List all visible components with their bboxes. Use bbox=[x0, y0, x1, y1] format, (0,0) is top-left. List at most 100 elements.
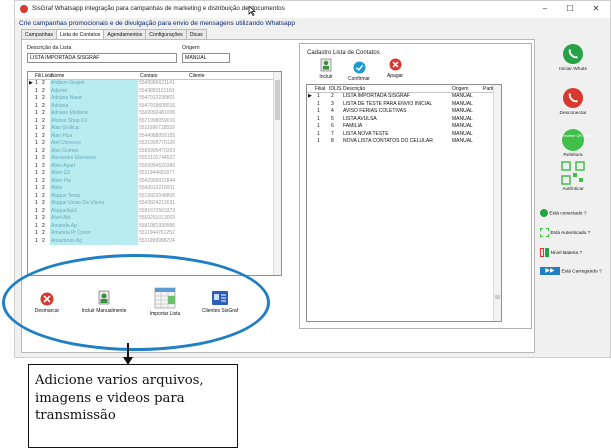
lista-row[interactable]: 1 3 LISTA DE TESTE PARA ENVIO INICIAL MANUA… bbox=[307, 101, 501, 109]
col-nome[interactable]: Nome bbox=[51, 73, 64, 79]
contacts-scrollbar[interactable] bbox=[273, 72, 281, 275]
cell-lista: 2 bbox=[42, 162, 45, 169]
cell-contato: 5519922048805 bbox=[139, 192, 176, 199]
contact-row[interactable]: 1 2 Amazonas Ag 5511999988224 bbox=[28, 237, 281, 245]
origem-label: Origem bbox=[182, 45, 200, 51]
contact-row[interactable]: 1 2 Alugueltas1 5581672563373 bbox=[28, 207, 281, 215]
disconnect-phone-icon bbox=[563, 88, 583, 108]
desconectar-button[interactable]: Desconectar bbox=[537, 87, 609, 116]
origem-input[interactable]: MANUAL bbox=[182, 53, 230, 63]
contact-row[interactable]: 1 2 Adriana 5547918608016 bbox=[28, 102, 281, 110]
cell-contato: 5542999022844 bbox=[139, 177, 176, 184]
mouse-cursor-icon bbox=[248, 6, 256, 16]
qr-scan-icon bbox=[561, 161, 585, 185]
contact-row[interactable]: 1 2 Alef Universo 5521995770120 bbox=[28, 140, 281, 148]
minimize-button[interactable]: – bbox=[534, 3, 556, 15]
apagar-button[interactable]: Apagar bbox=[384, 58, 406, 79]
delete-icon bbox=[389, 58, 401, 71]
contact-row[interactable]: 1 2 Aline Apart 5569994520380 bbox=[28, 162, 281, 170]
cell-contato: 5571998059010 bbox=[139, 117, 176, 124]
contact-row[interactable]: 1 2 Alan Grafica 5511996718559 bbox=[28, 125, 281, 133]
col-descricao[interactable]: Descrição bbox=[343, 86, 365, 92]
tab-configuracoes[interactable]: Configurações bbox=[145, 29, 187, 39]
lista-row[interactable]: 1 6 FAMILIA MANUAL bbox=[307, 123, 501, 131]
cell-contato: 5543881101163 bbox=[139, 87, 175, 94]
cell-idlis: 8 bbox=[331, 138, 334, 144]
col-filial[interactable]: Filial bbox=[315, 86, 325, 92]
contact-row[interactable]: ▶ 1 2 Ardison Grapel 5549986621141 bbox=[28, 80, 281, 88]
cell-lista: 2 bbox=[42, 230, 45, 236]
col-fili[interactable]: Fili bbox=[35, 73, 41, 79]
scrollbar-thumb[interactable] bbox=[275, 80, 280, 120]
close-button[interactable]: ✕ bbox=[585, 3, 607, 15]
maximize-button[interactable]: ☐ bbox=[559, 3, 581, 15]
cell-lista: 2 bbox=[42, 207, 45, 214]
cell-fili: 1 bbox=[35, 200, 38, 206]
qr-code-button[interactable]: Receber QR Code Releitura bbox=[537, 129, 609, 158]
lista-row[interactable]: ▶ 1 2 LISTA IMPORTADA SISGRAF MANUAL bbox=[307, 93, 501, 101]
whatsapp-small-icon bbox=[540, 209, 548, 217]
col-cliente[interactable]: Cliente bbox=[189, 73, 205, 79]
tab-campanhas[interactable]: Campanhas bbox=[21, 29, 57, 39]
contact-row[interactable]: 1 2 Adriano Modena 5569992481006 bbox=[28, 110, 281, 118]
contact-row[interactable]: 1 2 Adriana Nasei 5547912230801 bbox=[28, 95, 281, 103]
contact-row[interactable]: 1 2 Alex Gomes 5566995470353 bbox=[28, 147, 281, 155]
cell-idlis: 5 bbox=[331, 115, 334, 122]
row-pointer-icon: ▶ bbox=[29, 80, 33, 86]
listas-grid[interactable]: Filial IDLIS Descrição Origem Partic ▶ 1 2… bbox=[306, 84, 502, 322]
cell-lista: 2 bbox=[42, 177, 45, 184]
confirmar-button[interactable]: Confirmar bbox=[345, 61, 373, 82]
contact-row[interactable]: 1 2 Alugue Umas Da Vitoria 5543824212631 bbox=[28, 200, 281, 208]
cell-contato: 5511944681877 bbox=[139, 170, 175, 176]
tab-dicas[interactable]: Dicas bbox=[185, 29, 207, 39]
contact-row[interactable]: 1 2 Alvel Abt 5559291013003 bbox=[28, 215, 281, 223]
contact-row[interactable]: 1 2 Aline 5543912218911 bbox=[28, 185, 281, 193]
qr-code-icon: Receber QR Code bbox=[562, 129, 592, 151]
cell-fili: 1 bbox=[35, 162, 38, 169]
status-carregando-label: Está Carregando ? bbox=[561, 269, 602, 275]
lista-row[interactable]: 1 7 LISTA NOVA TESTE MANUAL bbox=[307, 131, 501, 139]
desconectar-label: Desconectar bbox=[559, 111, 587, 116]
status-autenticado: Está Autenticado ? bbox=[540, 228, 590, 237]
add-list-icon bbox=[320, 58, 332, 72]
app-logo-icon bbox=[20, 5, 28, 13]
contact-row[interactable]: 1 2 Amanda Ap 5581981999990 bbox=[28, 222, 281, 230]
scrollbar-thumb[interactable] bbox=[495, 295, 500, 299]
lista-row[interactable]: 1 4 AVISO FERIAS COLETIVAS MANUAL bbox=[307, 108, 501, 116]
col-origem[interactable]: Origem bbox=[452, 86, 468, 92]
descricao-input[interactable]: LISTA IMPORTADA SISGRAF bbox=[27, 53, 177, 63]
contact-row[interactable]: 1 2 Alugue Temp 5519922048805 bbox=[28, 192, 281, 200]
contact-row[interactable]: 1 2 Aline G2 5511944681877 bbox=[28, 170, 281, 178]
contacts-grid[interactable]: Fili Lista Nome Contato Cliente ▶ 1 2 Ardis… bbox=[27, 71, 282, 276]
cadastro-title: Cadastro Lista de Contatos bbox=[307, 50, 380, 56]
cell-lista: 2 bbox=[42, 125, 45, 131]
col-idlis[interactable]: IDLIS bbox=[329, 86, 342, 92]
contact-row[interactable]: 1 2 Amanda Pr Conor 5511944761252 bbox=[28, 230, 281, 238]
lista-row[interactable]: 1 5 LISTA AVULSA MANUAL bbox=[307, 116, 501, 124]
cell-nome: Alef Universo bbox=[50, 140, 138, 148]
cell-lista: 2 bbox=[42, 185, 45, 191]
contact-row[interactable]: 1 2 Aline Pia 5542999022844 bbox=[28, 177, 281, 185]
autenticar-button[interactable]: Autênticar bbox=[537, 161, 609, 192]
contact-row[interactable]: 1 2 Alexandre Ebenezer 5553101744527 bbox=[28, 155, 281, 163]
lista-row[interactable]: 1 8 NOVA LISTA CONTATOS DO CELULAR MANUAL bbox=[307, 138, 501, 146]
col-contato[interactable]: Contato bbox=[140, 73, 158, 79]
tab-agendamentos[interactable]: Agendamentos bbox=[103, 29, 147, 39]
listas-scrollbar[interactable] bbox=[493, 85, 501, 321]
cell-nome: Aline Apart bbox=[50, 162, 138, 170]
iniciar-whats-button[interactable]: Iniciar Whats bbox=[537, 43, 609, 72]
cell-nome: Adriana Nasei bbox=[50, 95, 138, 103]
cell-nome: Alugueltas1 bbox=[50, 207, 138, 215]
cell-nome: Afonso Shop Cx bbox=[50, 117, 138, 125]
cell-origem: MANUAL bbox=[452, 93, 473, 99]
incluir-button[interactable]: Incluir bbox=[314, 58, 338, 80]
check-icon bbox=[353, 61, 365, 74]
cell-fili: 1 bbox=[35, 125, 38, 131]
battery-full-icon bbox=[545, 248, 550, 257]
listas-grid-header: Filial IDLIS Descrição Origem Partic bbox=[307, 85, 501, 93]
contact-row[interactable]: 1 2 Afonso Shop Cx 5571998059010 bbox=[28, 117, 281, 125]
cell-fili: 1 bbox=[35, 132, 38, 139]
cell-lista: 2 bbox=[42, 87, 45, 94]
contact-row[interactable]: 1 2 Adprint 5543881101163 bbox=[28, 87, 281, 95]
contact-row[interactable]: 1 2 Alan Pica 5544988059155 bbox=[28, 132, 281, 140]
